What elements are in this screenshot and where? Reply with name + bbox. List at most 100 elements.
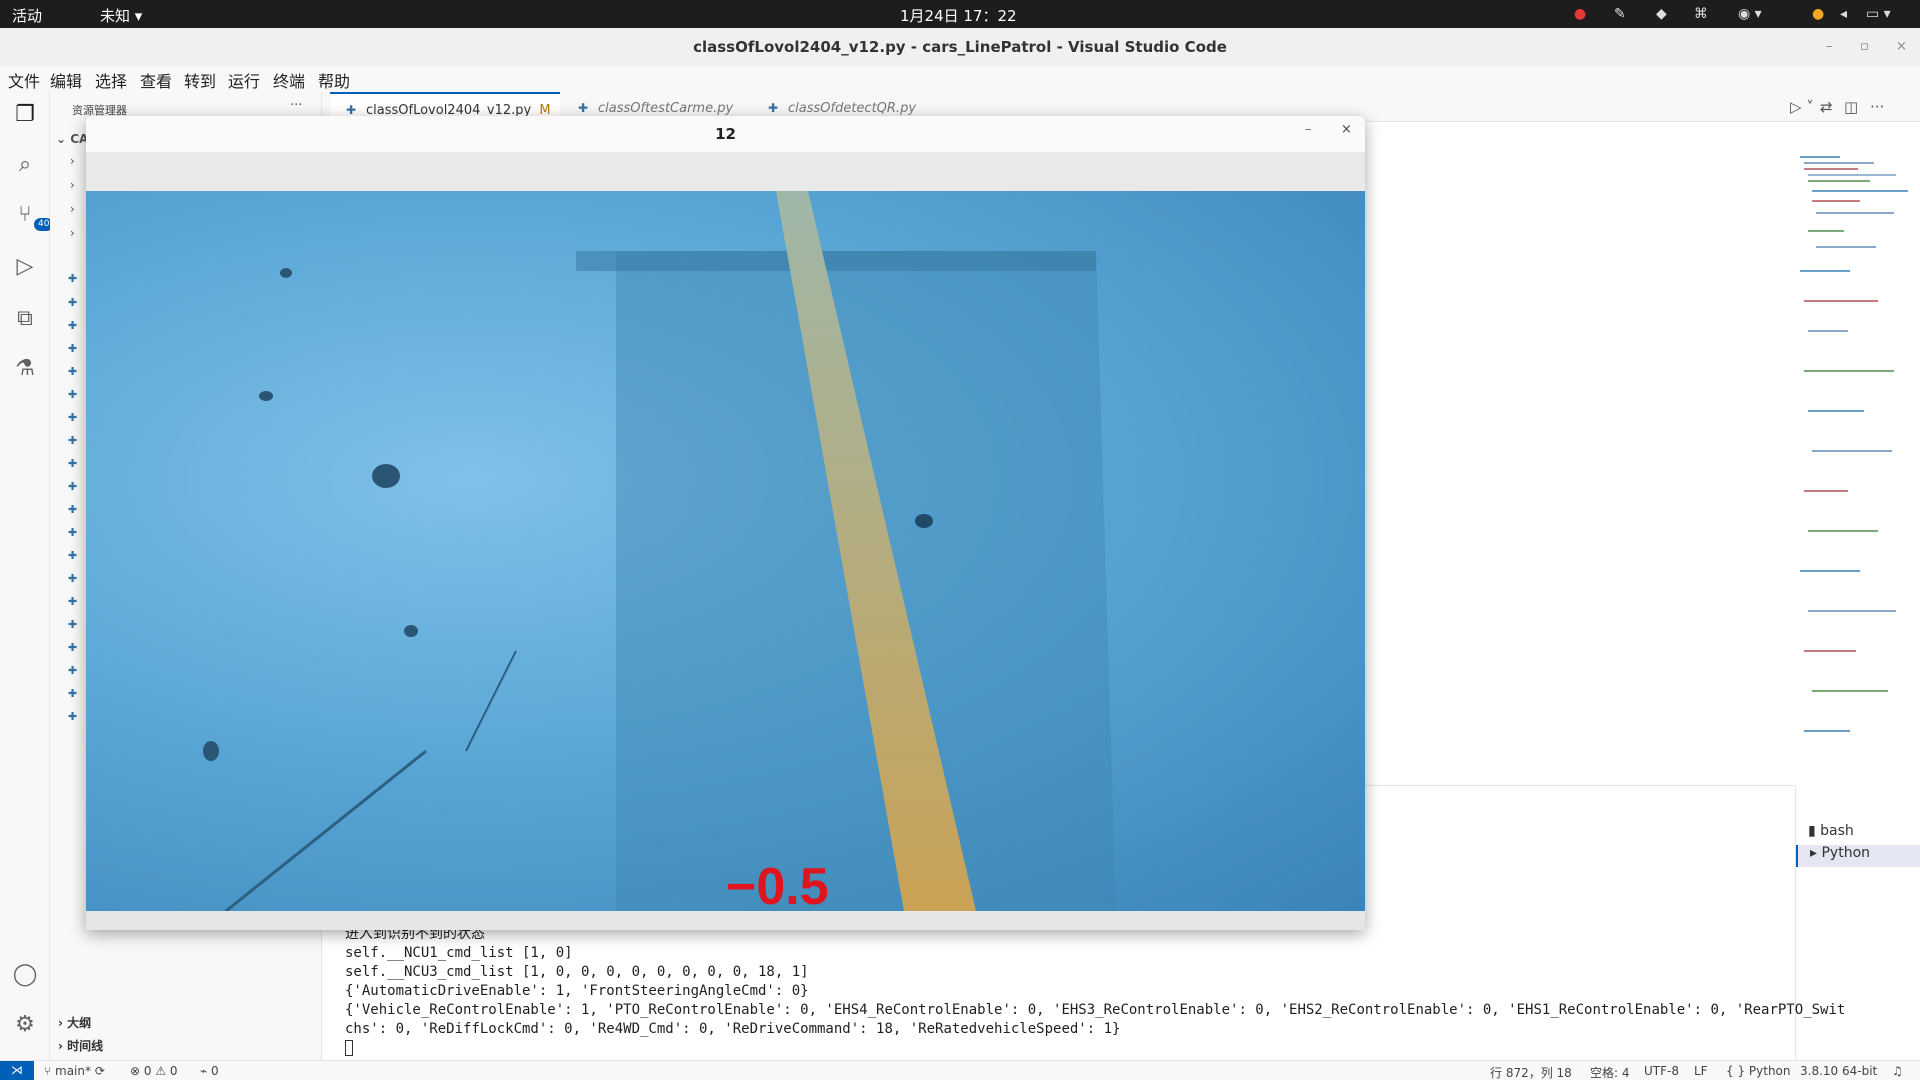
source-control-icon[interactable]: ⑂ 40 — [10, 200, 54, 231]
open-changes-icon[interactable]: ⇄ — [1820, 98, 1833, 116]
python-file-icon[interactable]: ✚ — [68, 458, 78, 469]
app-menu-button[interactable]: 未知 ▾ — [100, 5, 142, 26]
menu-edit[interactable]: 编辑 — [50, 68, 82, 92]
python-file-icon[interactable]: ✚ — [68, 273, 78, 284]
python-file-icon[interactable]: ✚ — [68, 366, 78, 377]
minimize-icon[interactable]: – — [1305, 122, 1312, 137]
menu-go[interactable]: 转到 — [184, 68, 216, 92]
python-file-icon[interactable]: ✚ — [68, 412, 78, 423]
python-file-icon[interactable]: ✚ — [68, 573, 78, 584]
ground-spot — [259, 391, 273, 401]
testing-icon[interactable]: ⚗ — [10, 354, 40, 384]
menu-selection[interactable]: 选择 — [95, 68, 127, 92]
settings-gear-icon[interactable]: ⚙ — [10, 1010, 40, 1040]
activities-button[interactable]: 活动 — [12, 5, 42, 26]
close-icon[interactable]: × — [1341, 122, 1352, 137]
terminal-label: Python — [1821, 845, 1871, 861]
outline-label: 大纲 — [67, 1016, 92, 1030]
python-file-icon[interactable]: ✚ — [68, 711, 78, 722]
ground-spot — [280, 268, 292, 278]
opencv-toolbar — [86, 152, 1365, 191]
command-icon[interactable]: ⌘ — [1694, 6, 1708, 22]
tree-chevron-icon[interactable]: › — [70, 154, 75, 168]
branch-status[interactable]: ⑂ main* ⟳ — [44, 1064, 105, 1078]
opencv-status-strip — [86, 911, 1365, 930]
minimap[interactable] — [1790, 150, 1908, 770]
line-endings[interactable]: LF — [1694, 1064, 1708, 1078]
terminal-item-bash[interactable]: ▮ bash — [1808, 823, 1854, 839]
python-file-icon[interactable]: ✚ — [68, 481, 78, 492]
terminal-item-python[interactable]: ▸ Python — [1796, 845, 1920, 867]
language-mode[interactable]: { } Python — [1726, 1064, 1791, 1078]
extensions-icon[interactable]: ⧉ — [10, 304, 40, 334]
menu-bar: 文件 编辑 选择 查看 转到 运行 终端 帮助 — [0, 66, 1920, 92]
menu-view[interactable]: 查看 — [140, 68, 172, 92]
alert-icon[interactable]: ● — [1574, 6, 1586, 22]
more-actions-icon[interactable]: ··· — [1870, 98, 1884, 116]
python-file-icon[interactable]: ✚ — [68, 435, 78, 446]
outline-section[interactable]: › 大纲 — [58, 1014, 91, 1031]
python-file-icon[interactable]: ✚ — [68, 688, 78, 699]
ports-status[interactable]: ⌁ 0 — [200, 1064, 219, 1078]
python-file-icon[interactable]: ✚ — [68, 665, 78, 676]
close-icon[interactable]: × — [1896, 28, 1907, 66]
menu-run[interactable]: 运行 — [228, 68, 260, 92]
indentation[interactable]: 空格: 4 — [1590, 1064, 1630, 1080]
python-file-icon[interactable]: ✚ — [68, 320, 78, 331]
terminal-cursor — [345, 1040, 353, 1056]
accessibility-icon[interactable]: ◉ ▾ — [1738, 6, 1762, 22]
notifications-bell-icon[interactable]: ♫ — [1892, 1064, 1903, 1078]
python-file-icon[interactable]: ✚ — [68, 297, 78, 308]
maximize-icon[interactable]: ▫ — [1860, 28, 1869, 66]
port-count: 0 — [211, 1064, 219, 1078]
minimize-icon[interactable]: – — [1826, 28, 1833, 66]
encoding[interactable]: UTF-8 — [1644, 1064, 1679, 1078]
search-icon[interactable]: ⌕ — [10, 150, 40, 180]
steering-readout: −0.5 — [726, 858, 829, 911]
python-file-icon: ✚ — [768, 101, 779, 115]
clock[interactable]: 1月24日 17：22 — [900, 5, 1017, 26]
menu-file[interactable]: 文件 — [8, 68, 40, 92]
python-file-icon[interactable]: ✚ — [68, 596, 78, 607]
python-file-icon[interactable]: ✚ — [68, 389, 78, 400]
crack-line — [225, 749, 427, 911]
python-file-icon[interactable]: ✚ — [68, 343, 78, 354]
volume-icon[interactable]: ◂ — [1840, 6, 1847, 22]
tree-chevron-icon[interactable]: › — [70, 226, 75, 240]
python-file-icon: ✚ — [346, 103, 357, 117]
workspace-folder[interactable]: ⌄ CA — [56, 132, 88, 146]
ground-spot — [203, 741, 219, 761]
terminal-line: {'Vehicle_ReControlEnable': 1, 'PTO_ReCo… — [345, 1002, 1846, 1018]
python-file-icon[interactable]: ✚ — [68, 550, 78, 561]
ground-spot — [404, 625, 418, 637]
python-interpreter[interactable]: 3.8.10 64-bit — [1800, 1064, 1877, 1078]
tree-chevron-icon[interactable]: › — [70, 202, 75, 216]
account-icon[interactable]: ◯ — [10, 960, 40, 990]
window-title-bar: classOfLovol2404_v12.py - cars_LinePatro… — [0, 28, 1920, 66]
window-title: classOfLovol2404_v12.py - cars_LinePatro… — [693, 38, 1227, 56]
python-file-icon[interactable]: ✚ — [68, 504, 78, 515]
split-editor-icon[interactable]: ◫ — [1844, 98, 1858, 116]
run-python-file-icon[interactable]: ▷ ˅ — [1790, 98, 1814, 116]
cursor-position[interactable]: 行 872，列 18 — [1490, 1064, 1572, 1080]
camera-feed: −0.5 — [86, 191, 1365, 911]
python-file-icon[interactable]: ✚ — [68, 619, 78, 630]
timeline-label: 时间线 — [67, 1039, 104, 1053]
python-file-icon[interactable]: ✚ — [68, 642, 78, 653]
remote-indicator-icon[interactable]: ⋊ — [0, 1061, 34, 1080]
app-tray-icon[interactable]: ✎ — [1614, 6, 1626, 22]
terminal-output[interactable]: 进入到识别不到的状态 self.__NCU1_cmd_list [1, 0] sel… — [345, 925, 1845, 1058]
menu-help[interactable]: 帮助 — [318, 68, 350, 92]
more-actions-icon[interactable]: ··· — [290, 98, 302, 113]
problems-status[interactable]: ⊗ 0 ⚠ 0 — [130, 1064, 178, 1078]
network-icon[interactable]: ◆ — [1656, 6, 1667, 22]
python-file-icon[interactable]: ✚ — [68, 527, 78, 538]
explorer-icon[interactable]: ❐ — [10, 100, 40, 130]
notification-dot-icon[interactable]: ● — [1812, 6, 1824, 22]
crack-line — [465, 650, 517, 752]
battery-icon[interactable]: ▭ ▾ — [1866, 6, 1891, 22]
tree-chevron-icon[interactable]: › — [70, 178, 75, 192]
menu-terminal[interactable]: 终端 — [273, 68, 305, 92]
timeline-section[interactable]: › 时间线 — [58, 1037, 103, 1054]
run-debug-icon[interactable]: ▷ — [10, 252, 40, 282]
